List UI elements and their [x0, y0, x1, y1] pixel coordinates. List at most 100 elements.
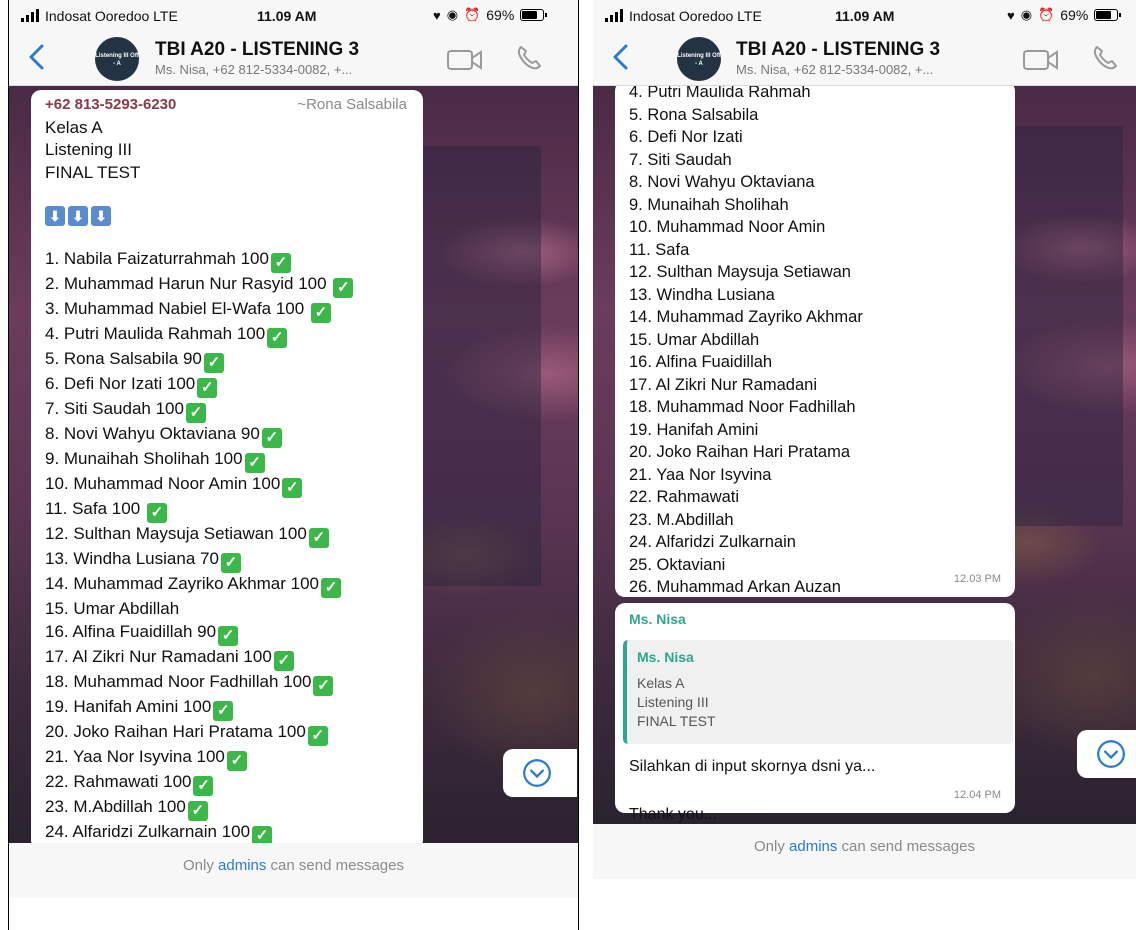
admins-link[interactable]: admins: [789, 838, 837, 855]
heading-line: Listening III: [45, 140, 132, 159]
chat-header: Listening III Off - A TBI A20 - LISTENIN…: [9, 30, 578, 86]
back-chevron-icon[interactable]: [609, 42, 633, 72]
reply-text-2: Thank you...: [629, 806, 718, 823]
down-arrows: ⬇ ⬇ ⬇: [45, 206, 423, 226]
quoted-text: Kelas A Listening III FINAL TEST: [637, 674, 1003, 731]
check-mark-emoji: ✓: [333, 278, 354, 298]
scroll-down-button[interactable]: [503, 749, 577, 797]
sender-number[interactable]: +62 813-5293-6230: [45, 94, 176, 117]
list-item: 23. M.Abdillah 100 ✓: [45, 796, 423, 821]
check-mark-emoji: ✓: [193, 775, 214, 796]
list-item: 7. Siti Saudah: [629, 150, 732, 169]
group-members[interactable]: Ms. Nisa, +62 812-5334-0082, +...: [155, 62, 352, 77]
back-chevron-icon[interactable]: [25, 42, 49, 72]
list-item: 12. Sulthan Maysuja Setiawan 100 ✓: [45, 523, 423, 548]
list-item: 17. Al Zikri Nur Ramadani 100 ✓: [45, 646, 423, 671]
list-item: 20. Joko Raihan Hari Pratama 100 ✓: [45, 721, 423, 746]
quoted-line: Listening III: [637, 694, 709, 710]
carrier-label: Indosat Ooredoo LTE: [629, 8, 762, 24]
check-mark-emoji: ✓: [252, 825, 273, 843]
heart-icon: ♥: [433, 7, 441, 23]
list-item: 16. Alfina Fuaidillah 90 ✓: [45, 621, 423, 646]
check-mark-emoji: ✓: [313, 675, 334, 696]
list-item: 19. Hanifah Amini: [629, 420, 759, 439]
list-item: 11. Safa: [629, 240, 690, 259]
check-mark-emoji: ✓: [197, 378, 218, 398]
alarm-icon: ⏰: [1038, 7, 1055, 22]
list-item: 22. Rahmawati: [629, 488, 740, 506]
scroll-down-button[interactable]: [1077, 730, 1136, 778]
list-item: 24. Alfaridzi Zulkarnain: [629, 533, 796, 551]
check-mark-emoji: ✓: [203, 353, 224, 373]
group-members[interactable]: Ms. Nisa, +62 812-5334-0082, +...: [736, 62, 933, 77]
video-call-icon[interactable]: [447, 49, 483, 71]
battery-percent: 69%: [486, 7, 515, 23]
signal-icon: [21, 9, 39, 22]
heading-line: FINAL TEST: [45, 162, 141, 182]
heart-icon: ♥: [1007, 7, 1015, 23]
name-list: 4. Putri Maulida Rahmah 5. Rona Salsabila…: [629, 86, 1015, 597]
check-mark-emoji: ✓: [321, 578, 342, 598]
list-item: 20. Joko Raihan Hari Pratama: [629, 443, 851, 461]
message-sender: +62 813-5293-6230 ~Rona Salsabila: [45, 94, 423, 117]
list-item: 11. Safa 100 ✓: [45, 498, 423, 523]
phone-call-icon[interactable]: [1091, 44, 1119, 72]
list-item: 18. Muhammad Noor Fadhillah 100 ✓: [45, 671, 423, 696]
list-item: 6. Defi Nor Izati: [629, 128, 743, 146]
check-mark-emoji: ✓: [187, 800, 208, 821]
check-mark-emoji: ✓: [273, 650, 294, 671]
list-item: 22. Rahmawati 100 ✓: [45, 771, 423, 796]
video-call-icon[interactable]: [1023, 49, 1059, 71]
heading-line: Kelas A: [45, 117, 103, 137]
group-avatar[interactable]: Listening III Off - A: [95, 37, 139, 81]
list-item: 10. Muhammad Noor Amin: [629, 218, 826, 236]
admins-link[interactable]: admins: [218, 857, 266, 874]
list-item: 13. Windha Lusiana 70 ✓: [45, 548, 423, 573]
check-mark-emoji: ✓: [213, 700, 234, 721]
admins-only-notice: Only admins can send messages: [593, 824, 1136, 879]
check-mark-emoji: ✓: [226, 750, 247, 771]
list-item: 5. Rona Salsabila: [629, 105, 759, 124]
message-heading: Kelas A Listening III FINAL TEST: [45, 117, 423, 185]
list-item: 9. Munaihah Sholihah: [629, 195, 789, 214]
group-title[interactable]: TBI A20 - LISTENING 3: [736, 39, 940, 61]
list-item: 4. Putri Maulida Rahmah 100 ✓: [45, 323, 423, 348]
lock-rotation-icon: ◉: [446, 7, 459, 22]
scroll-down-icon: [1097, 740, 1125, 768]
check-mark-emoji: ✓: [310, 303, 331, 323]
scroll-down-icon: [523, 759, 551, 787]
battery-icon: [1094, 9, 1122, 21]
down-arrow-emoji: ⬇: [45, 206, 65, 226]
list-item: 2. Muhammad Harun Nur Rasyid 100 ✓: [45, 273, 423, 298]
lock-rotation-icon: ◉: [1020, 7, 1033, 22]
list-item: 1. Nabila Faizaturrahmah 100 ✓: [45, 248, 423, 273]
list-item: 7. Siti Saudah 100 ✓: [45, 398, 423, 423]
list-item: 17. Al Zikri Nur Ramadani: [629, 375, 817, 394]
list-item: 14. Muhammad Zayriko Akhmar: [629, 308, 863, 326]
down-arrow-emoji: ⬇: [91, 206, 111, 226]
reply-message: Ms. Nisa Ms. Nisa Kelas A Listening III FI…: [615, 603, 1015, 823]
quoted-message[interactable]: Ms. Nisa Kelas A Listening III FINAL TEST: [623, 639, 1013, 744]
check-mark-emoji: ✓: [146, 503, 167, 523]
carrier-label: Indosat Ooredoo LTE: [45, 8, 178, 24]
battery-percent: 69%: [1060, 7, 1089, 23]
list-item: 5. Rona Salsabila 90 ✓: [45, 348, 423, 373]
list-item: 15. Umar Abdillah: [45, 599, 180, 618]
quoted-author: Ms. Nisa: [637, 648, 694, 665]
group-title[interactable]: TBI A20 - LISTENING 3: [155, 39, 359, 61]
list-item: 4. Putri Maulida Rahmah: [629, 86, 811, 101]
group-avatar[interactable]: Listening III Off - A: [677, 37, 721, 81]
list-item: 23. M.Abdillah: [629, 510, 734, 529]
clock: 11.09 AM: [835, 8, 895, 24]
sender-alias: ~Rona Salsabila: [297, 96, 407, 113]
list-item: 6. Defi Nor Izati 100 ✓: [45, 373, 423, 398]
chat-header: Listening III Off - A TBI A20 - LISTENIN…: [593, 30, 1136, 86]
reply-author[interactable]: Ms. Nisa: [629, 608, 1007, 631]
check-mark-emoji: ✓: [307, 725, 328, 746]
wallpaper-panel: [1003, 126, 1123, 526]
name-list-message: 4. Putri Maulida Rahmah 5. Rona Salsabila…: [615, 86, 1015, 597]
phone-call-icon[interactable]: [515, 44, 543, 72]
score-list-message: +62 813-5293-6230 ~Rona Salsabila Kelas …: [31, 90, 423, 843]
message-timestamp: 12.03 PM: [953, 572, 1001, 585]
check-mark-emoji: ✓: [185, 403, 206, 423]
